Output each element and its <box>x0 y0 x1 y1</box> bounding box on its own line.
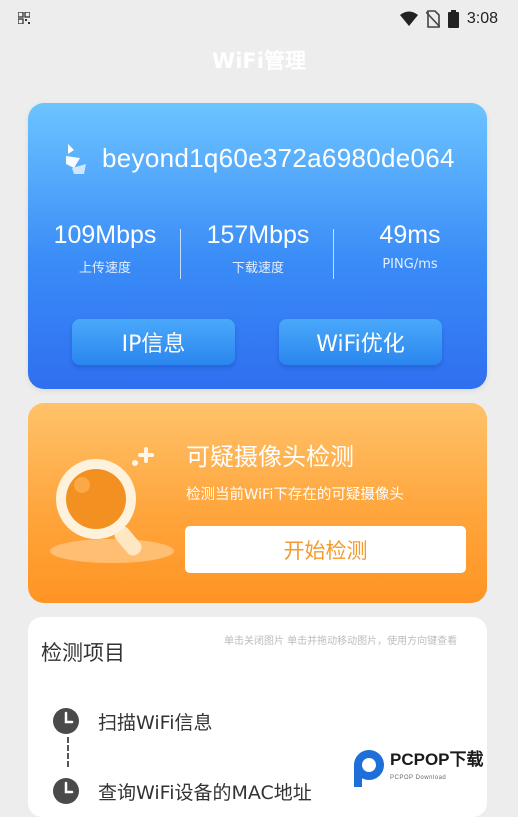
camera-detection-title: 可疑摄像头检测 <box>186 443 354 471</box>
camera-detection-subtitle: 检测当前WiFi下存在的可疑摄像头 <box>186 487 404 503</box>
list-item-label: 扫描WiFi信息 <box>98 711 213 734</box>
detection-items-title: 检测项目 <box>41 641 125 665</box>
list-item-label: 查询WiFi设备的MAC地址 <box>98 781 312 804</box>
app-notification-icon <box>18 12 30 24</box>
wifi-network-icon <box>66 143 86 174</box>
page-title: WiFi管理 <box>212 49 306 73</box>
pcpop-logo-icon <box>354 750 384 787</box>
ping-stat: 49ms PING/ms <box>335 221 485 272</box>
status-time: 3:08 <box>466 10 498 27</box>
camera-detection-card: 可疑摄像头检测 检测当前WiFi下存在的可疑摄像头 开始检测 <box>28 403 487 603</box>
clock-icon <box>53 708 79 734</box>
clock-icon <box>53 778 79 804</box>
start-detection-button[interactable]: 开始检测 <box>185 526 466 573</box>
magnifier-icon <box>50 447 174 563</box>
ssid-row: beyond1q60e372a6980de064 <box>64 143 455 174</box>
upload-speed-label: 上传速度 <box>78 261 131 276</box>
watermark-brand: PCPOP下载 <box>390 750 484 769</box>
download-speed-stat: 157Mbps 下载速度 <box>183 221 333 276</box>
ping-label: PING/ms <box>382 257 438 272</box>
list-item: 扫描WiFi信息 <box>52 707 212 735</box>
page-title-bar: WiFi管理 <box>0 42 518 80</box>
image-viewer-hint: 单击关闭图片 单击并拖动移动图片，使用方向键查看 <box>224 636 458 647</box>
wifi-ssid: beyond1q60e372a6980de064 <box>102 143 455 173</box>
status-bar: 3:08 <box>0 0 518 42</box>
no-sim-icon <box>425 10 440 28</box>
watermark-brand-sub: PCPOP Download <box>390 775 447 781</box>
timeline-connector <box>67 737 69 767</box>
stat-divider <box>333 229 334 279</box>
upload-speed-stat: 109Mbps 上传速度 <box>30 221 180 276</box>
download-speed-value: 157Mbps <box>206 221 310 249</box>
list-item: 查询WiFi设备的MAC地址 <box>52 777 312 805</box>
wifi-optimize-button[interactable]: WiFi优化 <box>279 319 442 365</box>
upload-speed-value: 109Mbps <box>53 221 157 249</box>
battery-icon <box>447 10 459 28</box>
ping-value: 49ms <box>379 221 441 249</box>
wifi-info-card: beyond1q60e372a6980de064 109Mbps 上传速度 15… <box>28 103 487 389</box>
wifi-signal-icon <box>399 11 418 26</box>
speed-stats: 109Mbps 上传速度 157Mbps 下载速度 49ms PING/ms <box>28 221 487 291</box>
pcpop-watermark-logo: PCPOP下载 PCPOP Download <box>352 749 484 789</box>
ip-info-button[interactable]: IP信息 <box>72 319 235 365</box>
stat-divider <box>180 229 181 279</box>
download-speed-label: 下载速度 <box>231 261 284 276</box>
